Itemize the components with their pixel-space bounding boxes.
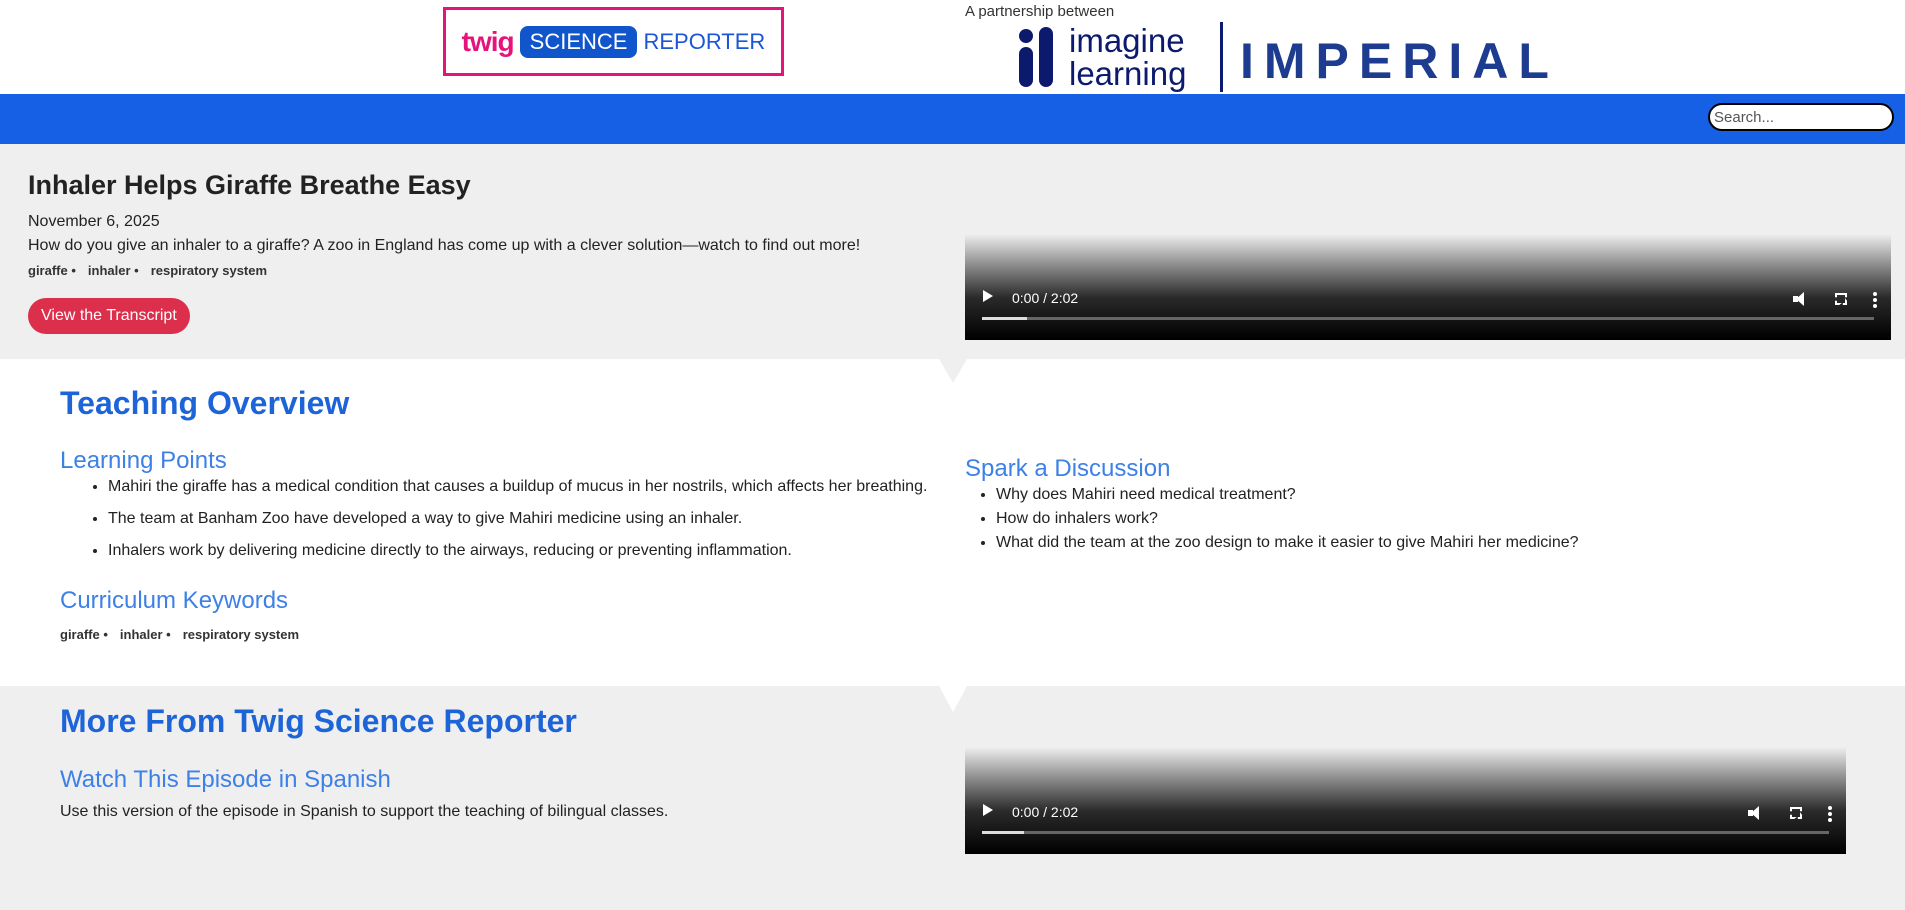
episode-title: Inhaler Helps Giraffe Breathe Easy: [28, 170, 471, 200]
list-item: How do inhalers work?: [996, 509, 1579, 529]
learning-points-title: Learning Points: [60, 447, 227, 474]
volume-icon[interactable]: [1748, 805, 1764, 821]
imagine-learning-mark-icon: [1015, 25, 1063, 89]
section-notch: [939, 686, 967, 712]
logo-divider: [1220, 22, 1223, 92]
episode-tags: giraffe inhaler respiratory system: [28, 263, 279, 278]
view-transcript-button[interactable]: View the Transcript: [28, 298, 190, 334]
discussion-list: Why does Mahiri need medical treatment? …: [965, 485, 1579, 557]
spanish-episode-description: Use this version of the episode in Spani…: [60, 803, 669, 820]
section-notch: [939, 359, 967, 383]
imperial-logo: IMPERIAL: [1240, 33, 1559, 89]
volume-icon[interactable]: [1793, 291, 1809, 307]
list-item: What did the team at the zoo design to m…: [996, 533, 1579, 553]
teaching-overview-section: Teaching Overview Learning Points Mahiri…: [0, 359, 1905, 686]
search-input[interactable]: [1708, 103, 1894, 131]
video-time: 0:00 / 2:02: [1012, 290, 1079, 306]
list-item: Mahiri the giraffe has a medical conditi…: [108, 476, 927, 497]
tag-link[interactable]: respiratory system: [151, 263, 267, 278]
tag-link[interactable]: giraffe: [28, 263, 76, 278]
tag-link[interactable]: giraffe: [60, 627, 108, 642]
site-header: twig SCIENCE REPORTER A partnership betw…: [0, 0, 1905, 94]
nav-bar: [0, 94, 1905, 144]
curriculum-keywords: giraffe inhaler respiratory system: [60, 627, 311, 642]
list-item: Inhalers work by delivering medicine dir…: [108, 540, 927, 561]
video-progress-bar[interactable]: [982, 831, 1829, 834]
more-options-icon[interactable]: [1828, 806, 1832, 822]
logo-twig-text: twig: [461, 25, 515, 57]
imagine-learning-line1: imagine: [1069, 22, 1185, 59]
play-icon[interactable]: [983, 804, 993, 816]
twig-science-reporter-logo[interactable]: twig SCIENCE REPORTER: [443, 7, 784, 76]
curriculum-keywords-title: Curriculum Keywords: [60, 587, 289, 614]
tag-link[interactable]: respiratory system: [183, 627, 299, 642]
episode-video-player[interactable]: 0:00 / 2:02: [965, 234, 1891, 340]
partnership-text: A partnership between: [965, 3, 1115, 20]
list-item: Why does Mahiri need medical treatment?: [996, 485, 1579, 505]
tag-link[interactable]: inhaler: [120, 627, 171, 642]
imagine-learning-logo: imagine learning: [1015, 22, 1186, 92]
spanish-episode-title: Watch This Episode in Spanish: [60, 766, 391, 793]
episode-date: November 6, 2025: [28, 213, 160, 230]
imagine-learning-line2: learning: [1069, 55, 1187, 92]
teaching-overview-title: Teaching Overview: [60, 385, 350, 421]
episode-description: How do you give an inhaler to a giraffe?…: [28, 237, 861, 254]
video-progress-bar[interactable]: [982, 317, 1874, 320]
play-icon[interactable]: [983, 290, 993, 302]
video-time: 0:00 / 2:02: [1012, 804, 1079, 820]
learning-points-list: Mahiri the giraffe has a medical conditi…: [60, 476, 927, 572]
fullscreen-icon[interactable]: [1790, 807, 1802, 819]
spanish-video-player[interactable]: 0:00 / 2:02: [965, 747, 1846, 854]
spark-discussion-title: Spark a Discussion: [965, 455, 1171, 482]
logo-science-text: SCIENCE: [519, 25, 638, 58]
more-from-title: More From Twig Science Reporter: [60, 703, 577, 739]
fullscreen-icon[interactable]: [1835, 293, 1847, 305]
list-item: The team at Banham Zoo have developed a …: [108, 508, 927, 529]
logo-reporter-text: REPORTER: [643, 28, 766, 54]
tag-link[interactable]: inhaler: [88, 263, 139, 278]
more-options-icon[interactable]: [1873, 292, 1877, 308]
